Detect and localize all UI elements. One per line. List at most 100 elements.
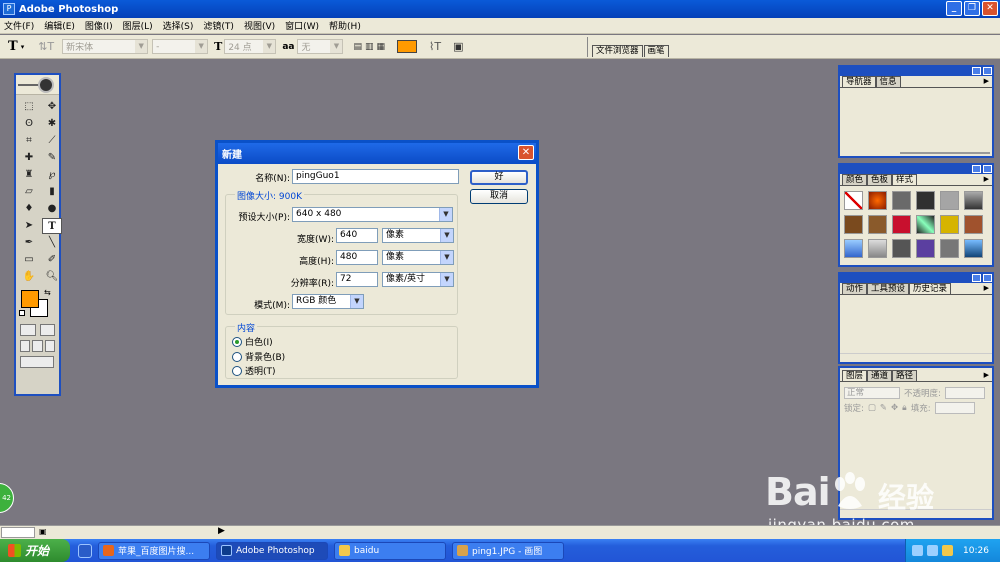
standard-mode-icon[interactable] (20, 324, 36, 336)
style-swatch[interactable] (940, 191, 959, 210)
align-left-icon[interactable]: ▤ (353, 39, 362, 55)
style-swatch[interactable] (868, 239, 887, 258)
contents-transparent-radio[interactable]: 透明(T) (232, 364, 276, 377)
dialog-titlebar[interactable]: 新建 ✕ (218, 143, 536, 164)
resolution-input[interactable]: 72 (336, 272, 378, 287)
slice-tool-icon[interactable]: ⟋ (42, 133, 62, 149)
style-swatch[interactable] (892, 215, 911, 234)
marquee-tool-icon[interactable]: ⬚ (19, 99, 39, 115)
task-photoshop[interactable]: Adobe Photoshop (216, 541, 328, 560)
contents-white-radio[interactable]: 白色(I) (232, 335, 273, 348)
lasso-tool-icon[interactable]: ʘ (19, 116, 39, 132)
palette-titlebar[interactable] (840, 274, 992, 283)
menu-view[interactable]: 视图(V) (240, 19, 281, 32)
style-swatch[interactable] (940, 239, 959, 258)
blend-mode-select[interactable]: 正常 (844, 386, 900, 399)
tab-history[interactable]: 历史记录 (909, 283, 952, 294)
tab-file-browser[interactable]: 文件浏览器 (592, 45, 643, 57)
zoom-input[interactable] (1, 527, 35, 538)
palettes-toggle-icon[interactable]: ▣ (453, 39, 463, 55)
eraser-tool-icon[interactable]: ▱ (19, 184, 39, 200)
name-input[interactable]: pingGuo1 (292, 169, 459, 184)
notes-tool-icon[interactable]: ▭ (19, 252, 39, 268)
style-swatch[interactable] (892, 191, 911, 210)
quick-mask-mode-icon[interactable] (39, 324, 55, 336)
zoom-tool-icon[interactable]: 🔍︎ (42, 269, 62, 285)
dialog-close-button[interactable]: ✕ (518, 145, 534, 160)
clone-stamp-tool-icon[interactable]: ♜ (19, 167, 39, 183)
side-badge[interactable]: 42 (0, 483, 14, 513)
palette-titlebar[interactable] (840, 165, 992, 174)
preset-select[interactable]: 640 x 480 ▼ (292, 207, 453, 222)
tab-color[interactable]: 颜色 (842, 174, 868, 185)
style-swatch[interactable] (916, 191, 935, 210)
adobe-online-icon[interactable] (38, 77, 54, 93)
style-swatch[interactable] (844, 191, 863, 210)
minimize-button[interactable]: _ (946, 1, 962, 16)
toolbox-header[interactable] (16, 75, 59, 95)
lock-move-icon[interactable]: ✥ (891, 403, 898, 413)
palette-menu-icon[interactable]: ▶ (984, 284, 989, 292)
menu-window[interactable]: 窗口(W) (281, 19, 325, 32)
full-screen-mode-icon[interactable] (44, 340, 55, 352)
menu-layer[interactable]: 图层(L) (119, 19, 159, 32)
style-swatch[interactable] (964, 191, 983, 210)
width-unit-select[interactable]: 像素 ▼ (382, 228, 454, 243)
palette-menu-icon[interactable]: ▶ (984, 77, 989, 85)
close-button[interactable]: ✕ (982, 1, 998, 16)
minimize-palette-button[interactable] (972, 165, 981, 173)
eyedropper-tool-icon[interactable]: ✐ (42, 252, 62, 268)
tab-tool-presets[interactable]: 工具预设 (867, 283, 910, 294)
task-paint[interactable]: ping1.JPG - 画图 (452, 541, 564, 560)
tab-swatches[interactable]: 色板 (867, 174, 893, 185)
menu-file[interactable]: 文件(F) (0, 19, 40, 32)
start-button[interactable]: 开始 (0, 539, 70, 562)
fill-input[interactable] (934, 401, 975, 414)
tab-channels[interactable]: 通道 (867, 370, 893, 381)
align-center-icon[interactable]: ▥ (365, 39, 374, 55)
standard-screen-mode-icon[interactable] (20, 340, 31, 352)
lock-paint-icon[interactable]: ✎ (880, 403, 887, 413)
antialias-select[interactable]: 无 ▼ (297, 39, 344, 54)
style-swatch[interactable] (868, 191, 887, 210)
palette-titlebar[interactable] (840, 67, 992, 76)
input-method-icon[interactable] (912, 545, 923, 556)
network-icon[interactable] (927, 545, 938, 556)
swap-colors-icon[interactable]: ⇆ (44, 288, 51, 297)
palette-menu-icon[interactable]: ▶ (984, 371, 989, 379)
warp-text-icon[interactable]: ⌇T (429, 39, 441, 55)
restore-button[interactable]: ❐ (964, 1, 980, 16)
minimize-palette-button[interactable] (972, 67, 981, 75)
foreground-color-swatch[interactable] (21, 290, 39, 308)
width-input[interactable]: 640 (336, 228, 378, 243)
menu-edit[interactable]: 编辑(E) (40, 19, 81, 32)
document-info-icon[interactable]: ▣ (39, 527, 47, 536)
style-swatch[interactable] (964, 215, 983, 234)
style-swatch[interactable] (916, 215, 935, 234)
tab-actions[interactable]: 动作 (842, 283, 868, 294)
text-color-swatch[interactable] (397, 40, 418, 53)
menu-filter[interactable]: 滤镜(T) (199, 19, 240, 32)
quick-launch-icon[interactable] (78, 543, 92, 558)
hand-tool-icon[interactable]: ✋ (19, 269, 39, 285)
blur-tool-icon[interactable]: ♦ (19, 201, 39, 217)
path-selection-tool-icon[interactable]: ➤ (19, 218, 39, 234)
style-swatch[interactable] (940, 215, 959, 234)
tab-navigator[interactable]: 导航器 (842, 76, 876, 87)
gradient-tool-icon[interactable]: ▮ (42, 184, 62, 200)
opacity-input[interactable] (944, 386, 985, 399)
lock-all-icon[interactable]: 🔒︎ (902, 403, 907, 413)
crop-tool-icon[interactable]: ⌗ (19, 133, 39, 149)
palette-menu-icon[interactable]: ▶ (984, 175, 989, 183)
close-palette-button[interactable] (983, 67, 992, 75)
style-swatch[interactable] (892, 239, 911, 258)
font-style-select[interactable]: - ▼ (152, 39, 209, 54)
task-browser[interactable]: 苹果_百度图片搜... (98, 541, 210, 560)
zoom-slider[interactable] (900, 152, 990, 154)
full-screen-menu-mode-icon[interactable] (32, 340, 43, 352)
tab-layers[interactable]: 图层 (842, 370, 868, 381)
style-swatch[interactable] (916, 239, 935, 258)
line-tool-icon[interactable]: ╲ (42, 235, 62, 251)
contents-background-radio[interactable]: 背景色(B) (232, 350, 285, 363)
history-brush-tool-icon[interactable]: ℘ (42, 167, 62, 183)
